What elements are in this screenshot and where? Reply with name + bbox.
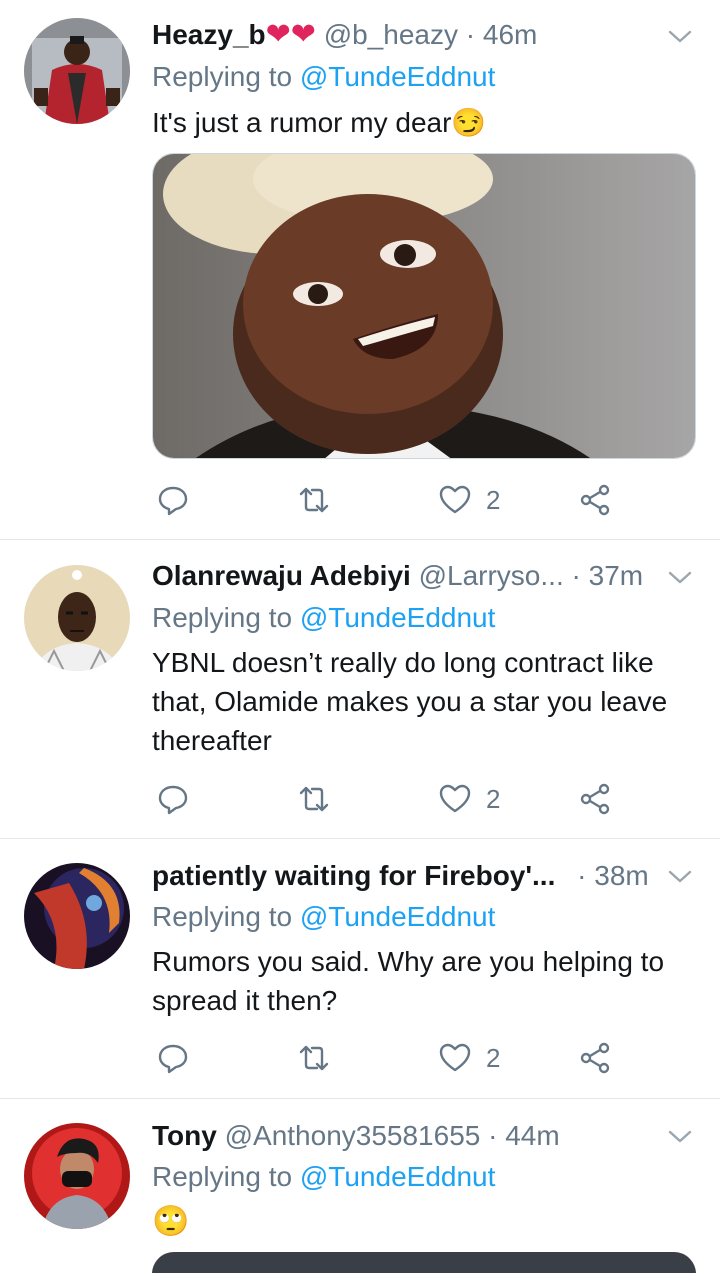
like-count: 2: [486, 783, 501, 814]
chevron-down-icon[interactable]: [666, 22, 694, 50]
like-count: 2: [486, 484, 501, 515]
replying-to: Replying to @TundeEddnut: [152, 598, 495, 638]
retweet-button[interactable]: [297, 779, 331, 819]
reply-icon: [158, 486, 188, 516]
heart-icon: [439, 1043, 471, 1072]
share-icon: [580, 1042, 610, 1074]
display-name[interactable]: Tony: [152, 1120, 217, 1151]
tweet-actions: 2: [152, 1038, 622, 1078]
heart-icon: [439, 784, 471, 813]
share-button[interactable]: [578, 480, 612, 520]
reply-button[interactable]: [156, 480, 190, 520]
tweet-actions: 2: [152, 779, 622, 819]
replying-prefix: Replying to: [152, 602, 293, 633]
reply-mention-link[interactable]: @TundeEddnut: [300, 1161, 496, 1192]
replying-prefix: Replying to: [152, 901, 293, 932]
tweet-olanrewaju[interactable]: Olanrewaju Adebiyi @Larryso... · 37m Rep…: [0, 541, 720, 839]
retweet-icon: [299, 487, 329, 513]
like-button[interactable]: 2: [438, 779, 500, 819]
heart-emoji: ❤❤: [265, 18, 316, 51]
chevron-down-icon[interactable]: [666, 1122, 694, 1150]
reply-button[interactable]: [156, 1038, 190, 1078]
timestamp: · 38m: [577, 860, 649, 891]
display-name[interactable]: patiently waiting for Fireboy'...: [152, 860, 555, 891]
tweet-text: It's just a rumor my dear😏: [152, 107, 487, 138]
replying-to: Replying to @TundeEddnut: [152, 897, 495, 937]
handle[interactable]: @Larryso...: [419, 560, 564, 591]
display-name[interactable]: Olanrewaju Adebiyi: [152, 560, 411, 591]
replying-to: Replying to @TundeEddnut: [152, 1157, 495, 1197]
avatar[interactable]: [24, 18, 130, 124]
tweet-tony[interactable]: Tony @Anthony35581655 · 44m Replying to …: [0, 1100, 720, 1273]
display-name[interactable]: Heazy_b: [152, 19, 266, 50]
avatar[interactable]: [24, 565, 130, 671]
tweet-patiently-waiting[interactable]: patiently waiting for Fireboy'... · 38m …: [0, 840, 720, 1099]
reply-mention-link[interactable]: @TundeEddnut: [300, 602, 496, 633]
like-button[interactable]: 2: [438, 480, 500, 520]
tweet-image[interactable]: [152, 1252, 696, 1273]
retweet-button[interactable]: [297, 1038, 331, 1078]
tweet-text: YBNL doesn’t really do long contract lik…: [152, 647, 668, 756]
tweet-text: Rumors you said. Why are you helping to …: [152, 946, 665, 1016]
retweet-icon: [299, 1045, 329, 1071]
heart-icon: [439, 485, 471, 514]
share-icon: [580, 783, 610, 815]
replying-prefix: Replying to: [152, 1161, 293, 1192]
reply-mention-link[interactable]: @TundeEddnut: [300, 901, 496, 932]
tweet-image[interactable]: [152, 153, 696, 459]
tweet-text: 🙄: [152, 1205, 190, 1238]
reply-icon: [158, 1044, 188, 1074]
reply-mention-link[interactable]: @TundeEddnut: [300, 61, 496, 92]
replying-prefix: Replying to: [152, 61, 293, 92]
replying-to: Replying to @TundeEddnut: [152, 57, 495, 97]
retweet-icon: [299, 786, 329, 812]
avatar[interactable]: [24, 1123, 130, 1229]
chevron-down-icon[interactable]: [666, 862, 694, 890]
share-button[interactable]: [578, 779, 612, 819]
tweet-actions: 2: [152, 480, 622, 520]
timestamp: · 46m: [465, 19, 538, 50]
like-count: 2: [486, 1042, 501, 1073]
handle[interactable]: @Anthony35581655: [225, 1120, 481, 1151]
share-button[interactable]: [578, 1038, 612, 1078]
reply-button[interactable]: [156, 779, 190, 819]
reply-icon: [158, 785, 188, 815]
tweet-heazy[interactable]: Heazy_b❤❤ @b_heazy · 46m Replying to @Tu…: [0, 0, 720, 540]
chevron-down-icon[interactable]: [666, 563, 694, 591]
timestamp: · 37m: [571, 560, 644, 591]
handle[interactable]: @b_heazy: [324, 19, 458, 50]
avatar[interactable]: [24, 863, 130, 969]
retweet-button[interactable]: [297, 480, 331, 520]
share-icon: [580, 484, 610, 516]
like-button[interactable]: 2: [438, 1038, 500, 1078]
timestamp: · 44m: [488, 1120, 560, 1151]
